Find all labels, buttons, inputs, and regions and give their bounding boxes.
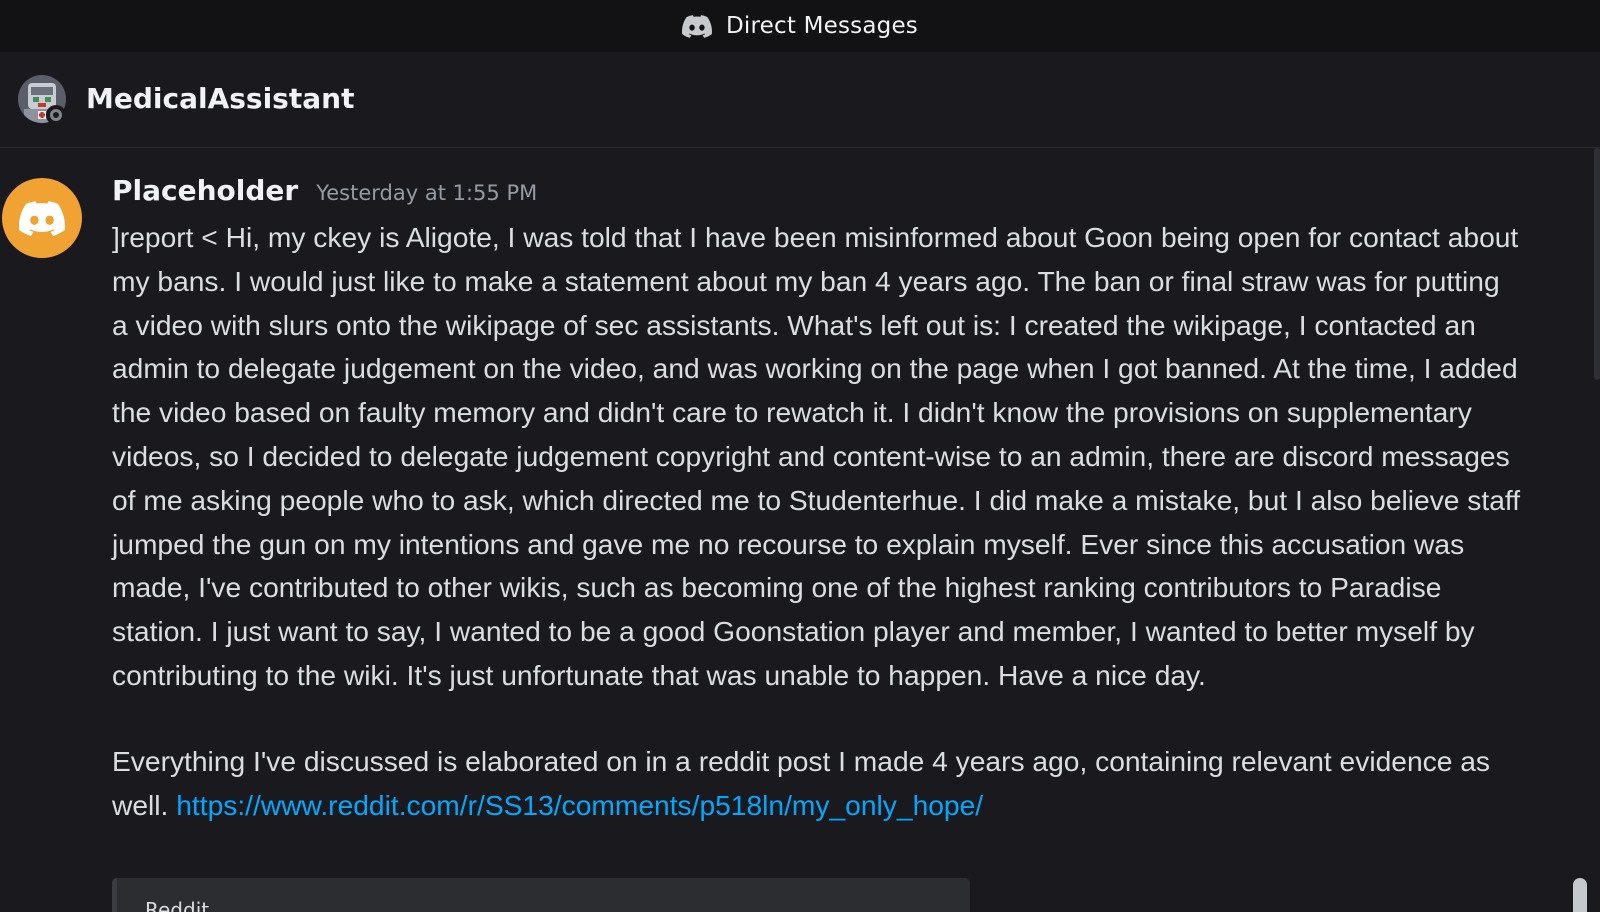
scrollbar-handle[interactable] <box>1573 878 1587 912</box>
message-author[interactable]: Placeholder <box>112 174 298 207</box>
message-header: Placeholder Yesterday at 1:55 PM <box>112 174 537 207</box>
window-title: Direct Messages <box>726 13 918 39</box>
discord-default-avatar-icon[interactable] <box>2 178 82 258</box>
offline-status-icon <box>46 105 66 125</box>
dm-recipient-name[interactable]: MedicalAssistant <box>86 82 354 115</box>
window-titlebar: Direct Messages <box>0 0 1600 52</box>
message-paragraph: Everything I've discussed is elaborated … <box>112 740 1522 828</box>
message-paragraph: ]report < Hi, my ckey is Aligote, I was … <box>112 221 1521 691</box>
message-list[interactable]: Placeholder Yesterday at 1:55 PM ]report… <box>0 148 1600 912</box>
embed-provider[interactable]: Reddit <box>145 898 209 912</box>
dm-header: MedicalAssistant <box>0 52 1600 148</box>
message-timestamp: Yesterday at 1:55 PM <box>316 181 538 205</box>
message-content: ]report < Hi, my ckey is Aligote, I was … <box>112 216 1522 827</box>
link-embed[interactable]: Reddit <box>112 878 970 912</box>
scrollbar-thumb[interactable] <box>1594 148 1600 380</box>
discord-logo-icon <box>682 14 712 38</box>
reddit-link[interactable]: https://www.reddit.com/r/SS13/comments/p… <box>176 789 983 821</box>
